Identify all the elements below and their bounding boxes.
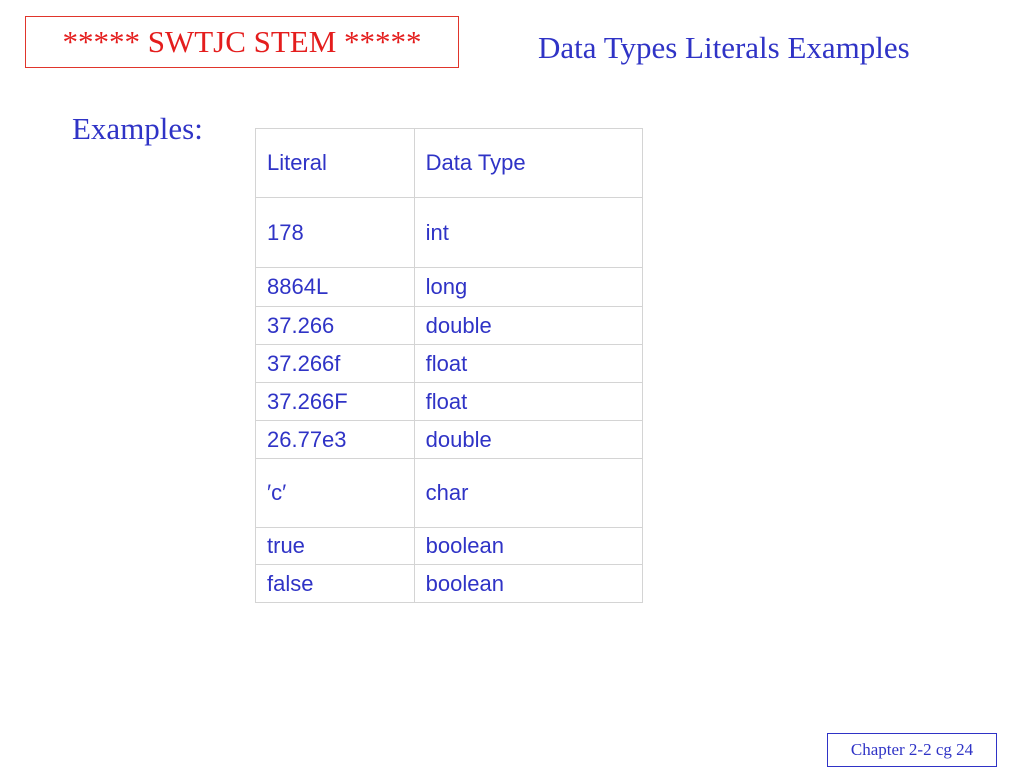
literals-table: Literal Data Type 178 int 8864L long 37.… (255, 128, 644, 603)
literal-cell: true (255, 527, 415, 565)
banner-text: ***** SWTJC STEM ***** (62, 24, 422, 59)
literal-cell: 37.266F (255, 382, 415, 421)
literal-cell: ′c′ (255, 458, 415, 528)
literal-cell: false (255, 564, 415, 603)
slide: ***** SWTJC STEM ***** Data Types Litera… (0, 0, 1024, 768)
data-type-cell: double (413, 420, 644, 459)
table-header-row: Literal Data Type (255, 128, 644, 198)
table-row: 37.266 double (255, 306, 644, 345)
table-row: 26.77e3 double (255, 420, 644, 459)
literal-cell: 37.266f (255, 344, 415, 383)
table-row: 37.266f float (255, 344, 644, 383)
slide-title: Data Types Literals Examples (538, 30, 910, 65)
table-row: 8864L long (255, 267, 644, 307)
data-type-cell: float (413, 344, 644, 383)
table-row: 178 int (255, 197, 644, 268)
literal-cell: 26.77e3 (255, 420, 415, 459)
data-type-cell: float (413, 382, 644, 421)
column-header-data-type: Data Type (413, 128, 644, 198)
data-type-cell: long (413, 267, 644, 307)
data-type-cell: boolean (413, 527, 644, 565)
column-header-literal: Literal (255, 128, 415, 198)
data-type-cell: int (413, 197, 644, 268)
table-row: 37.266F float (255, 382, 644, 421)
table-row: ′c′ char (255, 458, 644, 528)
table-row: false boolean (255, 564, 644, 603)
literal-cell: 37.266 (255, 306, 415, 345)
literal-cell: 178 (255, 197, 415, 268)
examples-label: Examples: (72, 111, 203, 146)
literal-cell: 8864L (255, 267, 415, 307)
data-type-cell: boolean (413, 564, 644, 603)
chapter-text: Chapter 2-2 cg 24 (850, 740, 974, 759)
chapter-footer: Chapter 2-2 cg 24 (827, 733, 997, 767)
data-type-cell: char (413, 458, 644, 528)
data-type-cell: double (413, 306, 644, 345)
table-row: true boolean (255, 527, 644, 565)
swtjc-stem-banner: ***** SWTJC STEM ***** (25, 16, 459, 68)
